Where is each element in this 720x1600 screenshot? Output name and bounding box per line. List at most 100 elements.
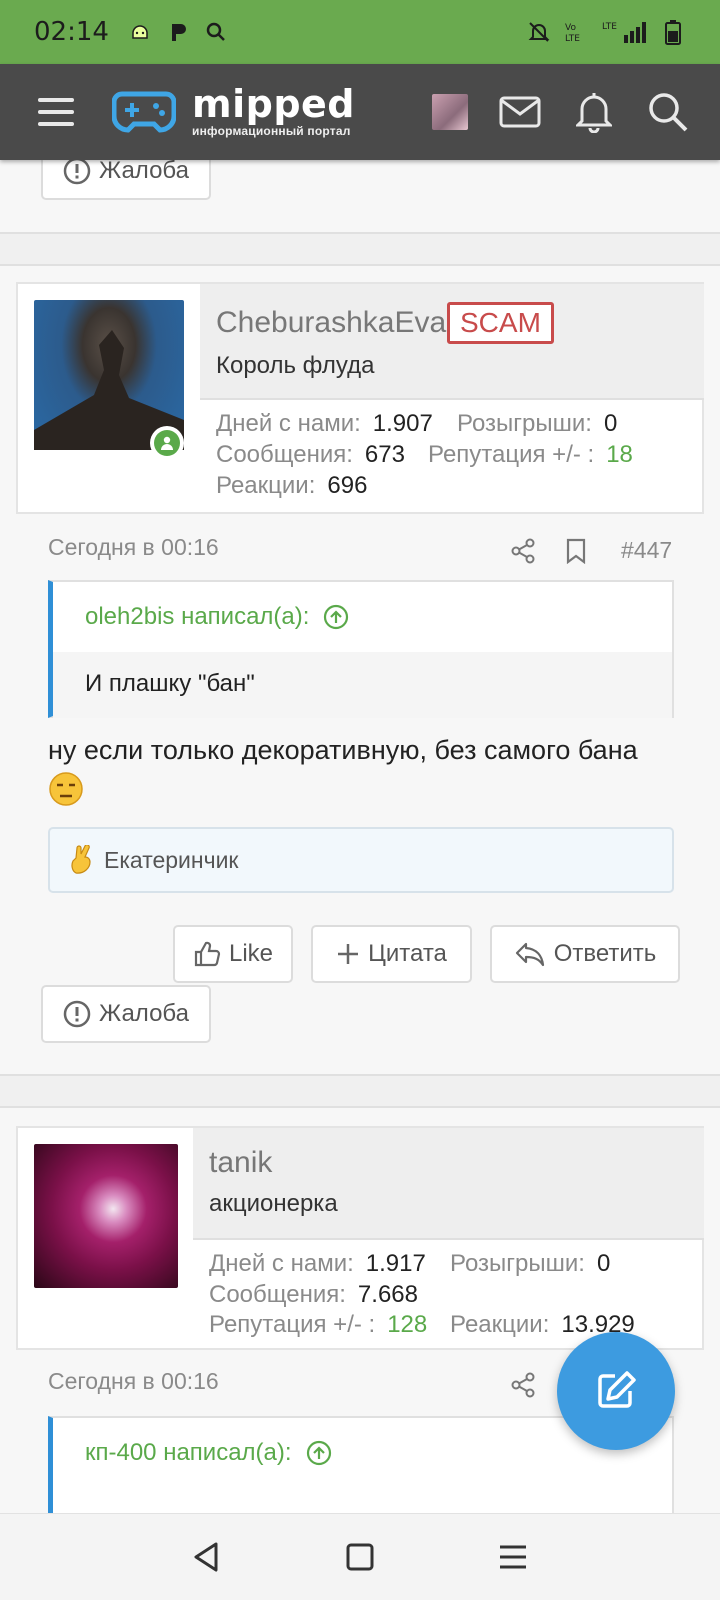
- reactions-bar[interactable]: Екатеринчик: [48, 827, 674, 893]
- stat-reputation: Репутация +/- : 128: [209, 1311, 427, 1339]
- stat-reactions: Реакции: 696: [216, 472, 367, 500]
- user-card: tanik акционерка Дней с нами: 1.917 Розыг…: [16, 1126, 704, 1350]
- stat-label: Реакции:: [216, 472, 316, 499]
- alert-icon: [63, 160, 91, 185]
- battery-icon: [660, 19, 686, 45]
- network-type: LTE: [602, 22, 617, 32]
- bookmark-icon[interactable]: [565, 538, 587, 569]
- user-online-icon: [161, 436, 173, 450]
- arrow-up-circle-icon[interactable]: [323, 604, 349, 630]
- plus-icon: [338, 944, 359, 964]
- online-status-badge: [150, 426, 184, 460]
- compose-button[interactable]: [557, 1332, 675, 1450]
- username[interactable]: CheburashkaEva: [216, 306, 446, 340]
- reply-arrow-icon: [515, 942, 544, 967]
- post-number[interactable]: #447: [621, 537, 672, 564]
- post-date[interactable]: Сегодня в 00:16: [48, 1368, 219, 1395]
- post-separator: [0, 232, 720, 266]
- post-date[interactable]: Сегодня в 00:16: [48, 534, 219, 561]
- stat-messages: Сообщения: 673: [216, 441, 405, 469]
- status-time: 02:14: [34, 17, 109, 47]
- edit-icon: [598, 1371, 636, 1408]
- post-message-text: ну если только декоративную, без самого …: [48, 735, 638, 765]
- like-label: Like: [228, 940, 274, 967]
- menu-line: [38, 98, 74, 102]
- unamused-face-emoji-icon: [49, 772, 83, 806]
- user-avatar-button[interactable]: [432, 94, 468, 130]
- stat-value: 128: [387, 1311, 428, 1338]
- stat-value: 1.917: [365, 1250, 426, 1277]
- report-label: Жалоба: [99, 160, 189, 184]
- recents-menu-icon[interactable]: [488, 1532, 538, 1582]
- reply-label: Ответить: [553, 940, 657, 967]
- post-separator: [0, 1074, 720, 1108]
- bell-icon[interactable]: [572, 90, 616, 134]
- scam-badge: SCAM: [447, 302, 554, 344]
- reply-button[interactable]: Ответить: [490, 925, 680, 983]
- quote-text: И плашку "бан": [53, 652, 672, 718]
- reaction-user[interactable]: Екатеринчик: [104, 847, 239, 874]
- stat-reputation: Репутация +/- : 18: [428, 441, 633, 469]
- stat-value: 696: [327, 472, 368, 499]
- app-header: mipped информационный портал: [0, 64, 720, 160]
- quote-author[interactable]: oleh2bis написал(а):: [85, 603, 309, 631]
- report-button[interactable]: Жалоба: [41, 160, 211, 200]
- alert-icon: [63, 1000, 91, 1028]
- inbox-icon[interactable]: [498, 90, 542, 134]
- quote-label: Цитата: [368, 940, 447, 967]
- stat-label: Розыгрыши:: [457, 410, 592, 437]
- stat-label: Сообщения:: [209, 1281, 346, 1308]
- site-logo[interactable]: mipped информационный портал: [112, 82, 355, 138]
- stat-label: Дней с нами:: [216, 410, 361, 437]
- back-icon[interactable]: [182, 1532, 232, 1582]
- logo-name: mipped: [192, 82, 355, 126]
- stat-value: 673: [364, 441, 405, 468]
- stat-label: Репутация +/- :: [428, 441, 595, 468]
- stat-draws: Розыгрыши: 0: [457, 410, 617, 438]
- menu-line: [38, 122, 74, 126]
- stat-value: 18: [606, 441, 633, 468]
- volte-icon: Vo LTE: [564, 19, 590, 45]
- stat-value: 0: [603, 410, 618, 437]
- menu-line: [38, 110, 74, 114]
- arrow-up-circle-icon[interactable]: [306, 1440, 332, 1466]
- stat-label: Реакции:: [450, 1311, 550, 1338]
- signal-icon: LTE: [602, 19, 648, 45]
- thread-content: Жалоба CheburashkaEva SCAM Король флуда …: [0, 160, 720, 1513]
- report-button[interactable]: Жалоба: [41, 985, 211, 1043]
- stat-days: Дней с нами: 1.917: [209, 1250, 426, 1278]
- stat-label: Репутация +/- :: [209, 1311, 376, 1338]
- stat-label: Сообщения:: [216, 441, 353, 468]
- search-icon[interactable]: [646, 90, 690, 134]
- status-bar: 02:14 Vo LTE LTE: [0, 0, 720, 64]
- user-title: Король флуда: [216, 352, 375, 379]
- stat-value: 0: [596, 1250, 611, 1277]
- share-icon[interactable]: [510, 538, 536, 569]
- quote-button[interactable]: Цитата: [311, 925, 472, 983]
- crossed-fingers-emoji-icon: [71, 845, 91, 874]
- svg-text:LTE: LTE: [565, 34, 580, 44]
- user-title: акционерка: [209, 1190, 338, 1217]
- user-header: [193, 1128, 704, 1240]
- mute-notifications-icon: [526, 19, 552, 45]
- quote-author[interactable]: кп-400 написал(а):: [85, 1439, 292, 1467]
- stat-messages: Сообщения: 7.668: [209, 1281, 418, 1309]
- thumbs-up-icon: [194, 941, 221, 967]
- post-message: ну если только декоративную, без самого …: [48, 730, 668, 810]
- stat-label: Розыгрыши:: [450, 1250, 585, 1277]
- like-button[interactable]: Like: [173, 925, 293, 983]
- android-icon: [127, 19, 153, 45]
- menu-button[interactable]: [28, 84, 84, 140]
- stat-label: Дней с нами:: [209, 1250, 354, 1277]
- stat-days: Дней с нами: 1.907: [216, 410, 433, 438]
- user-avatar[interactable]: [34, 1144, 178, 1288]
- system-navigation-bar: [0, 1513, 720, 1600]
- app-p-icon: [165, 19, 191, 45]
- quote-block: oleh2bis написал(а): И плашку "бан": [48, 580, 674, 718]
- logo-subtitle: информационный портал: [192, 124, 351, 138]
- share-icon[interactable]: [510, 1372, 536, 1403]
- svg-text:Vo: Vo: [565, 23, 576, 33]
- home-icon[interactable]: [335, 1532, 385, 1582]
- username[interactable]: tanik: [209, 1146, 272, 1180]
- stat-draws: Розыгрыши: 0: [450, 1250, 610, 1278]
